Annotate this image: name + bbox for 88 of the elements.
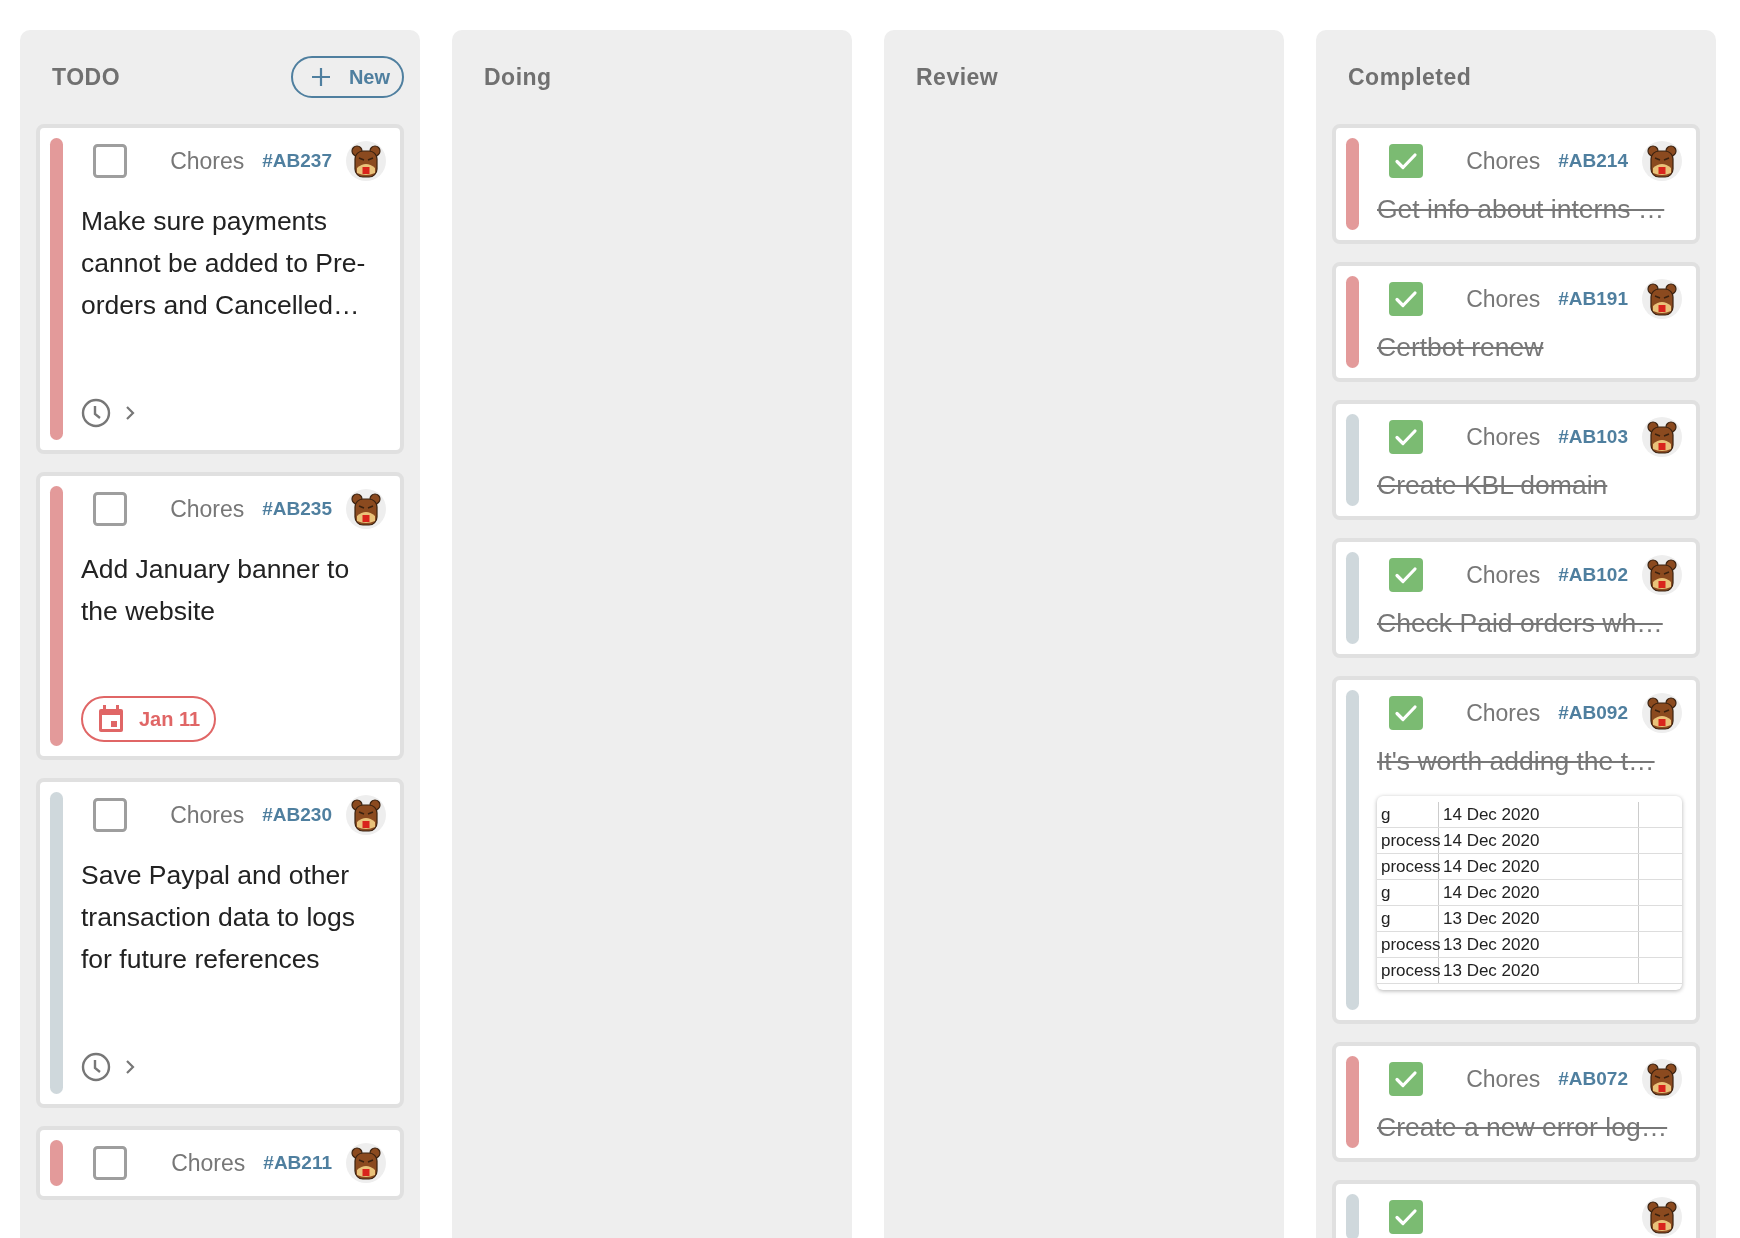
sheet-cell: 14 Dec 2020 bbox=[1439, 828, 1639, 853]
category-label: Chores bbox=[170, 495, 245, 523]
bear-avatar-icon bbox=[346, 1143, 386, 1183]
sheet-cell: process bbox=[1377, 958, 1439, 983]
checkbox[interactable] bbox=[93, 798, 127, 832]
task-card[interactable] bbox=[1332, 1180, 1700, 1238]
task-title: Add January banner to the website bbox=[81, 553, 351, 628]
task-title: Certbot renew bbox=[1377, 331, 1545, 364]
task-card[interactable]: Chores #AB103 Create KBL domain bbox=[1332, 400, 1700, 520]
task-id[interactable]: #AB191 bbox=[1558, 288, 1628, 310]
sheet-cell: g bbox=[1377, 906, 1439, 931]
bear-avatar-icon bbox=[346, 489, 386, 529]
task-id[interactable]: #AB092 bbox=[1558, 702, 1628, 724]
task-title: It's worth adding the t… bbox=[1377, 745, 1656, 778]
sheet-cell: 13 Dec 2020 bbox=[1439, 958, 1639, 983]
category-label: Chores bbox=[170, 801, 245, 829]
checkbox[interactable] bbox=[1389, 1200, 1423, 1234]
sheet-cell: 13 Dec 2020 bbox=[1439, 906, 1639, 931]
bear-avatar-icon bbox=[1642, 1059, 1682, 1099]
task-title: Get info about interns … bbox=[1377, 193, 1666, 226]
checkbox[interactable] bbox=[1389, 144, 1423, 178]
task-id[interactable]: #AB102 bbox=[1558, 564, 1628, 586]
category-label: Chores bbox=[1466, 699, 1541, 727]
column-title: Completed bbox=[1348, 63, 1472, 91]
sheet-cell: 14 Dec 2020 bbox=[1439, 854, 1639, 879]
bear-avatar-icon bbox=[1642, 141, 1682, 181]
task-card[interactable]: Chores #AB092 It's worth adding the t… g 14 Dec 2020 process 14 Dec 2020 process 14 Dec 2020 g 14 Dec 2020 g 13 Dec 2020 process 13 Dec 2020 process 13 Dec 2020 bbox=[1332, 676, 1700, 1024]
category-label: Chores bbox=[1466, 561, 1541, 589]
column-title: Doing bbox=[484, 63, 552, 91]
checkbox[interactable] bbox=[93, 492, 127, 526]
task-card[interactable]: Chores #AB214 Get info about interns … bbox=[1332, 124, 1700, 244]
bear-avatar-icon bbox=[1642, 417, 1682, 457]
task-id[interactable]: #AB235 bbox=[262, 498, 332, 520]
bear-avatar-icon bbox=[1642, 555, 1682, 595]
checkbox[interactable] bbox=[1389, 420, 1423, 454]
checkbox[interactable] bbox=[1389, 558, 1423, 592]
bear-avatar-icon bbox=[1642, 1197, 1682, 1237]
checkbox[interactable] bbox=[93, 1146, 127, 1180]
chevron-icon[interactable] bbox=[125, 405, 135, 421]
bear-avatar-icon bbox=[1642, 279, 1682, 319]
task-title: Make sure payments cannot be added to Pre-orders and Cancelled… bbox=[81, 205, 367, 322]
task-title: Save Paypal and other transaction data to logs for future references bbox=[81, 859, 356, 976]
category-label: Chores bbox=[170, 147, 245, 175]
checkbox[interactable] bbox=[1389, 696, 1423, 730]
category-label: Chores bbox=[1466, 423, 1541, 451]
checkbox[interactable] bbox=[1389, 282, 1423, 316]
sheet-cell: process bbox=[1377, 828, 1439, 853]
task-id[interactable]: #AB211 bbox=[263, 1152, 332, 1174]
category-label: Chores bbox=[171, 1149, 246, 1177]
task-id[interactable]: #AB214 bbox=[1558, 150, 1628, 172]
due-date-badge[interactable]: Jan 11 bbox=[81, 696, 217, 742]
clock-icon[interactable] bbox=[81, 1052, 111, 1082]
column-title: TODO bbox=[52, 63, 121, 91]
sheet-cell: g bbox=[1377, 802, 1439, 827]
category-label: Chores bbox=[1466, 1065, 1541, 1093]
task-card[interactable]: Chores #AB235 Add January banner to the website Jan 11 bbox=[36, 472, 404, 760]
bear-avatar-icon bbox=[1642, 693, 1682, 733]
checkbox[interactable] bbox=[93, 144, 127, 178]
task-title: Create KBL domain bbox=[1377, 469, 1609, 502]
task-card[interactable]: Chores #AB072 Create a new error log… bbox=[1332, 1042, 1700, 1162]
task-card[interactable]: Chores #AB191 Certbot renew bbox=[1332, 262, 1700, 382]
task-id[interactable]: #AB230 bbox=[262, 804, 332, 826]
task-id[interactable]: #AB072 bbox=[1558, 1068, 1628, 1090]
chevron-icon[interactable] bbox=[125, 1059, 135, 1075]
task-card[interactable]: Chores #AB211 bbox=[36, 1126, 404, 1200]
sheet-cell: 13 Dec 2020 bbox=[1439, 932, 1639, 957]
clock-icon[interactable] bbox=[81, 398, 111, 428]
checkbox[interactable] bbox=[1389, 1062, 1423, 1096]
sheet-cell: 14 Dec 2020 bbox=[1439, 880, 1639, 905]
new-button[interactable]: New bbox=[290, 56, 404, 98]
category-label: Chores bbox=[1466, 285, 1541, 313]
column-title: Review bbox=[916, 63, 999, 91]
task-card[interactable]: Chores #AB230 Save Paypal and other transaction data to logs for future references bbox=[36, 778, 404, 1108]
sheet-cell: process bbox=[1377, 854, 1439, 879]
task-title: Create a new error log… bbox=[1377, 1111, 1669, 1144]
task-card[interactable]: Chores #AB102 Check Paid orders wh… bbox=[1332, 538, 1700, 658]
task-id[interactable]: #AB103 bbox=[1558, 426, 1628, 448]
sheet-cell: g bbox=[1377, 880, 1439, 905]
category-label: Chores bbox=[1466, 147, 1541, 175]
task-card[interactable]: Chores #AB237 Make sure payments cannot be added to Pre-orders and Cancelled… bbox=[36, 124, 404, 454]
sheet-cell: process bbox=[1377, 932, 1439, 957]
plus-icon bbox=[310, 67, 331, 87]
task-title: Check Paid orders wh… bbox=[1377, 607, 1664, 640]
calendar-icon bbox=[97, 704, 125, 734]
bear-avatar-icon bbox=[346, 795, 386, 835]
bear-avatar-icon bbox=[346, 141, 386, 181]
sheet-cell: 14 Dec 2020 bbox=[1439, 802, 1639, 827]
task-id[interactable]: #AB237 bbox=[262, 150, 332, 172]
